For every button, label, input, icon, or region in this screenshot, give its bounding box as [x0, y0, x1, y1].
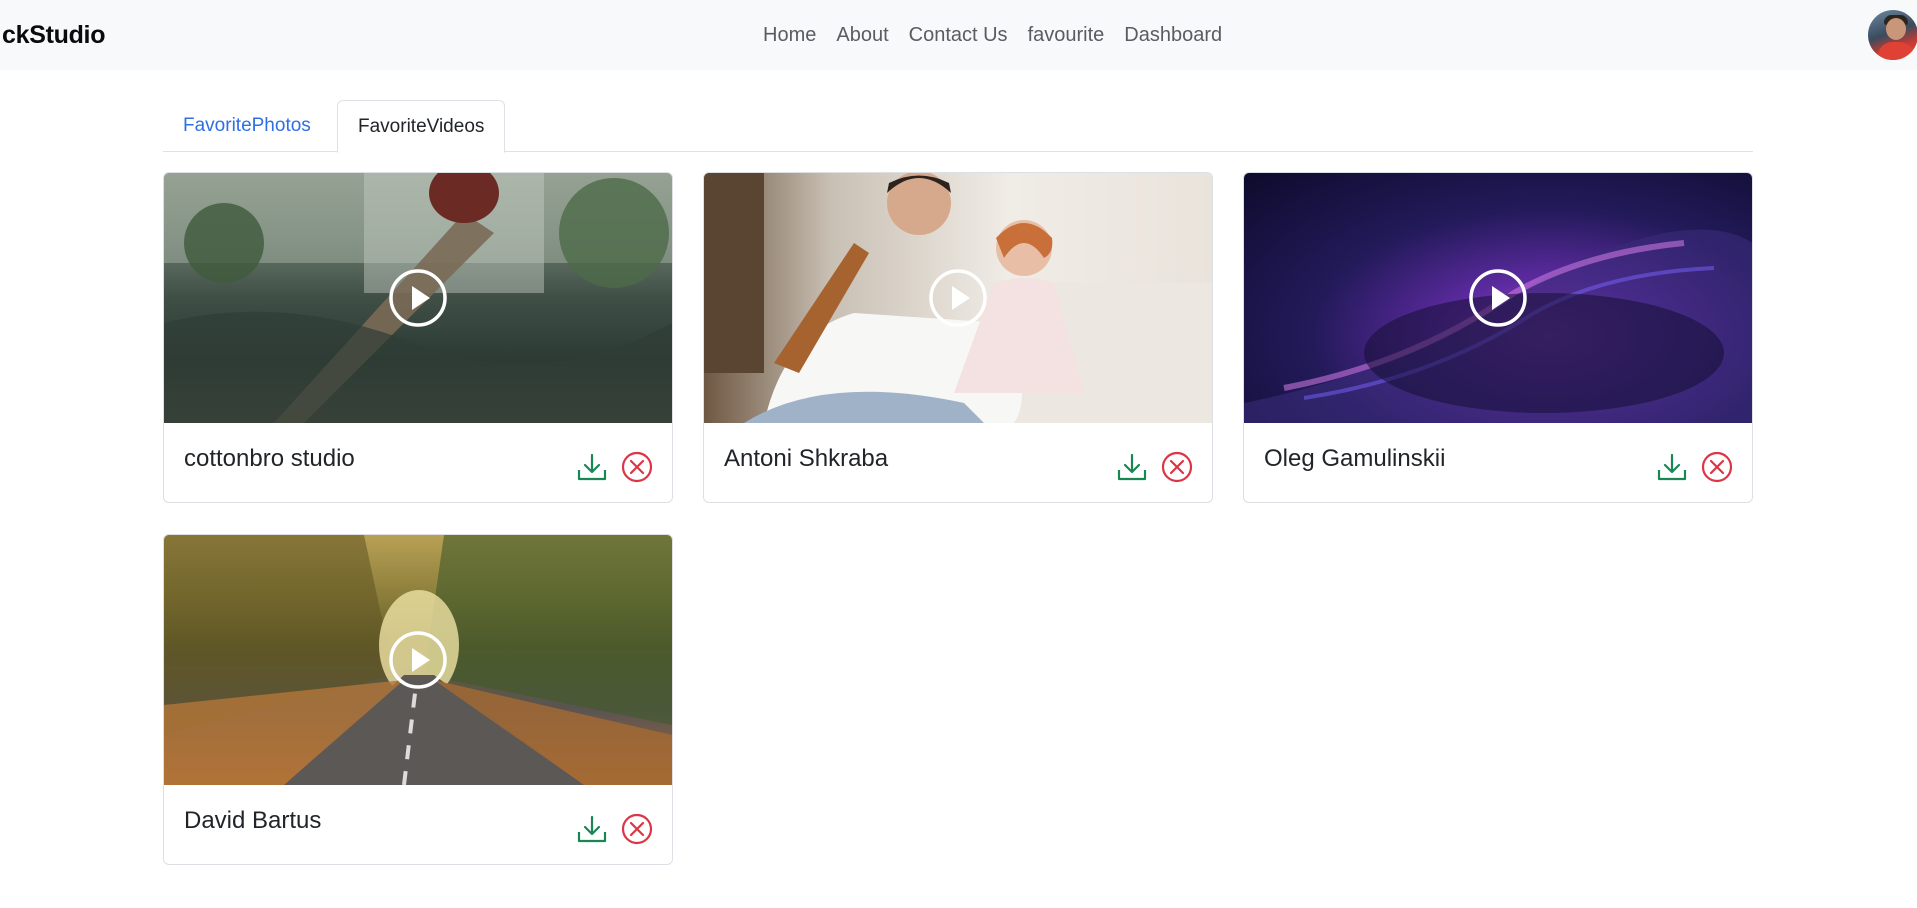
video-thumbnail[interactable]: [704, 173, 1212, 423]
play-icon[interactable]: [388, 268, 448, 328]
video-author: Antoni Shkraba: [724, 445, 889, 472]
video-card: Oleg Gamulinskii: [1243, 172, 1753, 503]
video-thumbnail[interactable]: [164, 535, 672, 785]
play-icon[interactable]: [1468, 268, 1528, 328]
video-thumbnail[interactable]: [164, 173, 672, 423]
close-circle-icon[interactable]: [1701, 451, 1733, 483]
video-card: cottonbro studio: [163, 172, 673, 503]
brand-logo[interactable]: ckStudio: [2, 0, 105, 70]
user-avatar[interactable]: [1868, 10, 1917, 60]
avatar-shirt: [1878, 42, 1914, 60]
video-author: David Bartus: [184, 807, 322, 834]
nav-link-contact[interactable]: Contact Us: [899, 24, 1018, 47]
play-icon[interactable]: [928, 268, 988, 328]
download-icon[interactable]: [576, 813, 608, 845]
avatar-head: [1886, 18, 1906, 40]
close-circle-icon[interactable]: [621, 451, 653, 483]
video-author: cottonbro studio: [184, 445, 355, 472]
nav-links: Home About Contact Us favourite Dashboar…: [753, 0, 1232, 70]
nav-link-home[interactable]: Home: [753, 24, 826, 47]
favorites-tabs: FavoritePhotos FavoriteVideos: [163, 100, 1753, 153]
video-thumbnail[interactable]: [1244, 173, 1752, 423]
nav-link-dashboard[interactable]: Dashboard: [1114, 24, 1232, 47]
close-circle-icon[interactable]: [1161, 451, 1193, 483]
nav-link-favourite[interactable]: favourite: [1018, 24, 1115, 47]
download-icon[interactable]: [1116, 451, 1148, 483]
play-icon[interactable]: [388, 630, 448, 690]
tab-favorite-photos[interactable]: FavoritePhotos: [163, 100, 331, 152]
navbar: ckStudio Home About Contact Us favourite…: [0, 0, 1917, 70]
download-icon[interactable]: [1656, 451, 1688, 483]
video-card: Antoni Shkraba: [703, 172, 1213, 503]
nav-link-about[interactable]: About: [826, 24, 898, 47]
video-card: David Bartus: [163, 534, 673, 865]
tab-favorite-videos[interactable]: FavoriteVideos: [337, 100, 506, 153]
close-circle-icon[interactable]: [621, 813, 653, 845]
video-author: Oleg Gamulinskii: [1264, 445, 1446, 472]
download-icon[interactable]: [576, 451, 608, 483]
